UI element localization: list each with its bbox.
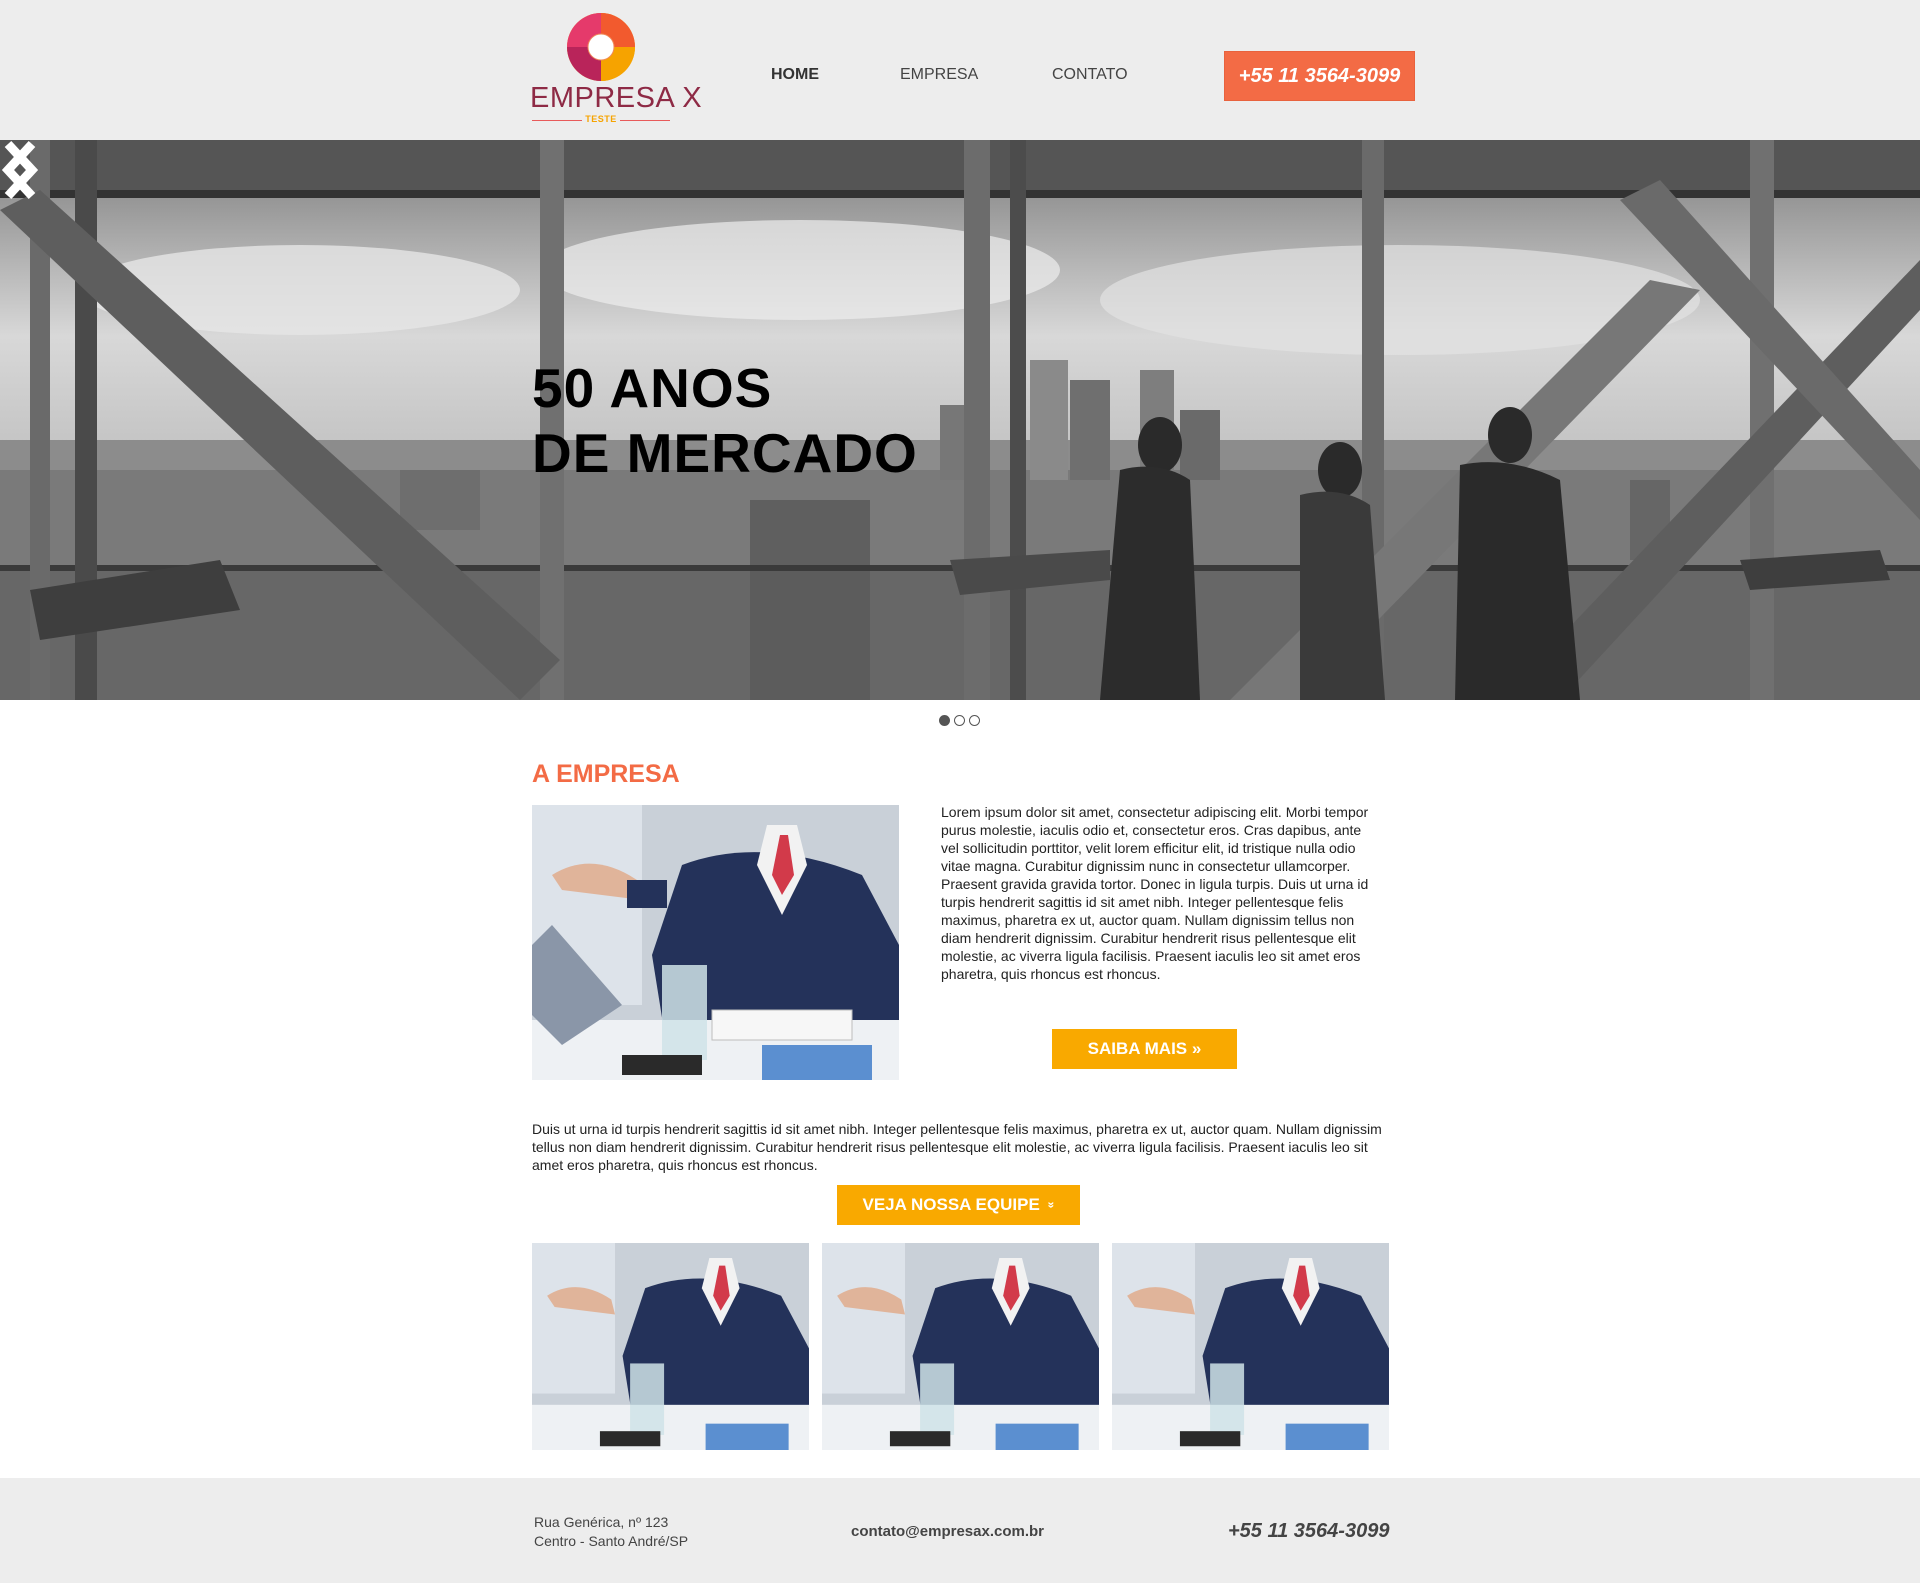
footer-address: Rua Genérica, nº 123 Centro - Santo Andr… xyxy=(534,1513,688,1551)
hero-title-line1: 50 ANOS xyxy=(532,357,773,419)
saiba-mais-button[interactable]: SAIBA MAIS » xyxy=(1052,1029,1237,1069)
businessman-photo xyxy=(532,805,899,1080)
team-photo-1[interactable] xyxy=(532,1243,809,1450)
chevron-down-icon: » xyxy=(1044,1201,1059,1209)
team-photo-3[interactable] xyxy=(1112,1243,1389,1450)
team-intro-text: Duis ut urna id turpis hendrerit sagitti… xyxy=(532,1121,1382,1173)
company-logo[interactable]: EMPRESA X TESTE xyxy=(530,12,703,126)
address-line1: Rua Genérica, nº 123 xyxy=(534,1514,669,1530)
section-title: A EMPRESA xyxy=(532,760,680,788)
logo-name: EMPRESA X xyxy=(530,82,703,114)
header-phone-button[interactable]: +55 11 3564-3099 xyxy=(1224,51,1415,101)
team-photo-2[interactable] xyxy=(822,1243,1099,1450)
slider-dot-3[interactable] xyxy=(969,715,980,726)
hero-title-line2: DE MERCADO xyxy=(532,422,918,484)
footer-phone[interactable]: +55 11 3564-3099 xyxy=(1228,1520,1389,1543)
about-image xyxy=(532,805,899,1080)
hero-slider: 50 ANOS DE MERCADO xyxy=(0,140,1920,700)
hero-image xyxy=(0,140,1920,700)
slider-next-arrow-icon[interactable] xyxy=(0,140,40,200)
logo-mark-icon xyxy=(567,13,635,81)
nav-home[interactable]: HOME xyxy=(771,66,819,84)
hero-title: 50 ANOS DE MERCADO xyxy=(532,356,918,486)
address-line2: Centro - Santo André/SP xyxy=(534,1533,689,1549)
nav-contato[interactable]: CONTATO xyxy=(1052,66,1128,84)
site-footer: Rua Genérica, nº 123 Centro - Santo Andr… xyxy=(0,1478,1920,1583)
site-header: EMPRESA X TESTE HOME EMPRESA CONTATO +55… xyxy=(0,0,1920,140)
veja-equipe-button[interactable]: VEJA NOSSA EQUIPE » xyxy=(837,1185,1080,1225)
about-text: Lorem ipsum dolor sit amet, consectetur … xyxy=(941,804,1369,982)
logo-tagline: TESTE xyxy=(585,114,617,124)
slider-pagination xyxy=(939,715,983,727)
footer-email-link[interactable]: contato@empresax.com.br xyxy=(851,1523,1044,1540)
slider-dot-1[interactable] xyxy=(939,715,950,726)
veja-equipe-label: VEJA NOSSA EQUIPE xyxy=(862,1195,1040,1214)
slider-dot-2[interactable] xyxy=(954,715,965,726)
nav-empresa[interactable]: EMPRESA xyxy=(900,66,978,84)
